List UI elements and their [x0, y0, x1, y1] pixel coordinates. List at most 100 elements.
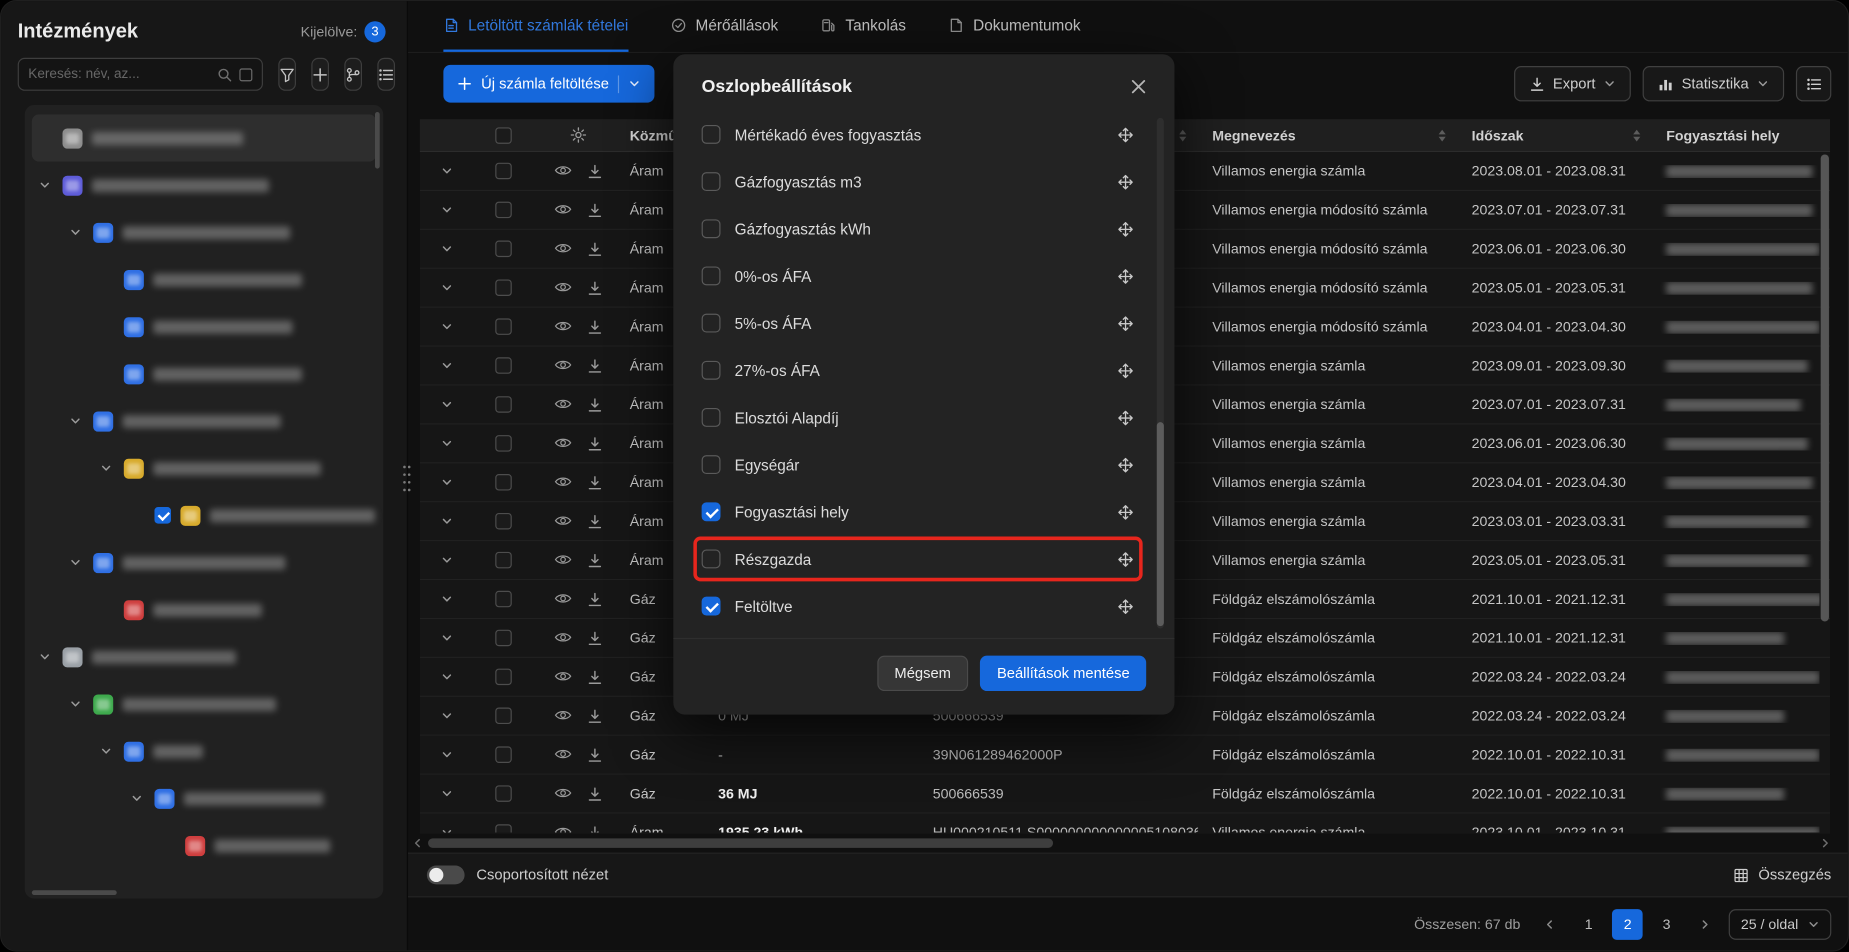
row-checkbox[interactable]: [495, 318, 512, 335]
drag-handle-icon[interactable]: [1117, 267, 1135, 285]
cancel-button[interactable]: Mégsem: [877, 656, 969, 691]
tab-meroallasok[interactable]: Mérőállások: [671, 1, 778, 52]
download-row-icon[interactable]: [587, 358, 602, 373]
row-expand-icon[interactable]: [440, 360, 452, 372]
tree-expander-icon[interactable]: [70, 557, 84, 569]
tree-item[interactable]: [32, 539, 376, 586]
filter-button[interactable]: [278, 58, 296, 91]
row-expand-icon[interactable]: [440, 788, 452, 800]
view-row-icon[interactable]: [554, 514, 572, 529]
sidebar-search-input[interactable]: [28, 67, 210, 81]
row-expand-icon[interactable]: [440, 593, 452, 605]
view-row-icon[interactable]: [554, 786, 572, 801]
view-row-icon[interactable]: [554, 591, 572, 606]
row-checkbox[interactable]: [495, 746, 512, 763]
row-expand-icon[interactable]: [440, 204, 452, 216]
download-row-icon[interactable]: [587, 825, 602, 833]
tab-tankolas[interactable]: Tankolás: [821, 1, 906, 52]
column-setting-item[interactable]: 27%-os ÁFA: [702, 347, 1135, 394]
row-expand-icon[interactable]: [440, 710, 452, 722]
modal-scrollbar-thumb[interactable]: [1157, 422, 1164, 626]
column-checkbox[interactable]: [702, 361, 721, 380]
column-checkbox[interactable]: [702, 219, 721, 238]
column-checkbox[interactable]: [702, 266, 721, 285]
drag-handle-icon[interactable]: [1117, 456, 1135, 474]
scroll-right-icon[interactable]: [1820, 837, 1832, 849]
view-row-icon[interactable]: [554, 319, 572, 334]
tab-letoltott-szamlak-tetelei[interactable]: Letöltött számlák tételei: [443, 1, 628, 52]
page-1-button[interactable]: 1: [1573, 909, 1604, 940]
view-row-icon[interactable]: [554, 202, 572, 217]
row-expand-icon[interactable]: [440, 632, 452, 644]
view-row-icon[interactable]: [554, 825, 572, 833]
row-checkbox[interactable]: [495, 163, 512, 180]
tree-expander-icon[interactable]: [39, 179, 53, 191]
row-expand-icon[interactable]: [440, 282, 452, 294]
column-checkbox[interactable]: [702, 502, 721, 521]
row-expand-icon[interactable]: [440, 515, 452, 527]
download-row-icon[interactable]: [587, 747, 602, 762]
sort-icon[interactable]: [1439, 129, 1446, 141]
row-checkbox[interactable]: [495, 435, 512, 452]
drag-handle-icon[interactable]: [1117, 314, 1135, 332]
row-checkbox[interactable]: [495, 241, 512, 258]
tree-checkbox[interactable]: [154, 507, 171, 524]
tree-item[interactable]: [32, 162, 376, 209]
column-setting-item[interactable]: Feltöltve: [702, 583, 1135, 630]
column-setting-item[interactable]: Részgazda: [702, 535, 1135, 582]
row-checkbox[interactable]: [495, 396, 512, 413]
column-setting-item[interactable]: Gázfogyasztás m3: [702, 158, 1135, 205]
drag-handle-icon[interactable]: [1117, 361, 1135, 379]
column-setting-item[interactable]: Gázfogyasztás kWh: [702, 205, 1135, 252]
tab-dokumentumok[interactable]: Dokumentumok: [948, 1, 1080, 52]
row-checkbox[interactable]: [495, 824, 512, 832]
column-setting-item[interactable]: 0%-os ÁFA: [702, 252, 1135, 299]
tree-item[interactable]: [32, 680, 376, 727]
column-settings-gear-icon[interactable]: [570, 126, 588, 144]
row-checkbox[interactable]: [495, 552, 512, 569]
download-row-icon[interactable]: [587, 591, 602, 606]
tree-item[interactable]: [32, 728, 376, 775]
view-row-icon[interactable]: [554, 241, 572, 256]
download-row-icon[interactable]: [587, 241, 602, 256]
download-row-icon[interactable]: [587, 552, 602, 567]
table-vertical-scrollbar[interactable]: [1821, 154, 1829, 621]
tree-item[interactable]: [32, 397, 376, 444]
column-setting-item[interactable]: 5%-os ÁFA: [702, 300, 1135, 347]
row-checkbox[interactable]: [495, 591, 512, 608]
column-checkbox[interactable]: [702, 172, 721, 191]
summary-button[interactable]: Összegzés: [1734, 867, 1832, 884]
download-row-icon[interactable]: [587, 163, 602, 178]
tree-item[interactable]: [32, 256, 376, 303]
view-options-button[interactable]: [1796, 66, 1831, 101]
page-size-select[interactable]: 25 / oldal: [1729, 909, 1831, 940]
row-checkbox[interactable]: [495, 785, 512, 802]
view-row-icon[interactable]: [554, 552, 572, 567]
prev-page-button[interactable]: [1534, 909, 1565, 940]
drag-handle-icon[interactable]: [1117, 126, 1135, 144]
row-expand-icon[interactable]: [440, 165, 452, 177]
row-checkbox[interactable]: [495, 669, 512, 686]
row-expand-icon[interactable]: [440, 321, 452, 333]
tree-item[interactable]: [32, 775, 376, 822]
new-invoice-upload-button[interactable]: Új számla feltöltése: [443, 65, 655, 103]
scroll-left-icon[interactable]: [412, 837, 424, 849]
tree-item[interactable]: [32, 303, 376, 350]
row-expand-icon[interactable]: [440, 827, 452, 833]
row-expand-icon[interactable]: [440, 671, 452, 683]
tree-item[interactable]: [32, 209, 376, 256]
column-checkbox[interactable]: [702, 597, 721, 616]
page-2-button[interactable]: 2: [1612, 909, 1643, 940]
view-row-icon[interactable]: [554, 280, 572, 295]
list-view-button[interactable]: [377, 58, 395, 91]
hierarchy-view-button[interactable]: [344, 58, 362, 91]
drag-handle-icon[interactable]: [1117, 503, 1135, 521]
view-row-icon[interactable]: [554, 708, 572, 723]
download-row-icon[interactable]: [587, 669, 602, 684]
tree-expander-icon[interactable]: [131, 792, 145, 804]
page-3-button[interactable]: 3: [1651, 909, 1682, 940]
row-checkbox[interactable]: [495, 279, 512, 296]
row-checkbox[interactable]: [495, 357, 512, 374]
download-row-icon[interactable]: [587, 436, 602, 451]
tree-item[interactable]: [32, 114, 376, 161]
